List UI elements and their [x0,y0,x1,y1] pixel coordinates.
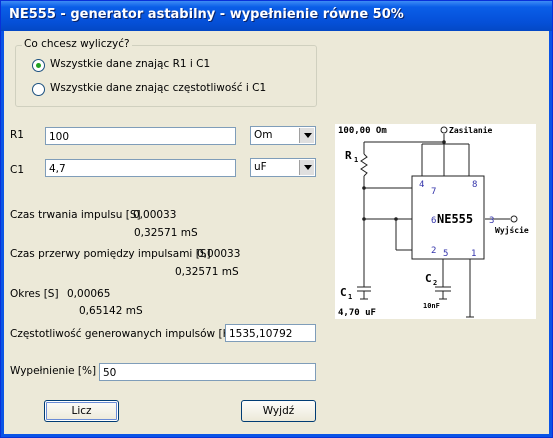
title-bar[interactable]: NE555 - generator astabilny - wypełnieni… [1,1,552,31]
exit-button[interactable]: Wyjdź [241,400,316,422]
pin-7-label: 7 [431,187,436,197]
window-title: NE555 - generator astabilny - wypełnieni… [9,7,404,22]
c1-subscript: 1 [348,293,352,301]
frequency-field[interactable]: 1535,10792 [225,324,316,342]
calculation-mode-group: Co chcesz wyliczyć? Wszystkie dane znają… [15,38,317,107]
ne555-circuit-diagram: 100,00 Om Zasilanie Wyjście NE555 4,70 u… [335,124,536,319]
period-label: Okres [S] [10,288,59,300]
c1-symbol: C [340,286,347,299]
supply-label: Zasilanie [449,125,493,135]
radio-selected-dot [36,63,41,68]
pin-2-label: 2 [431,246,436,256]
pin-1-label: 1 [471,249,476,259]
chevron-down-icon[interactable] [299,128,314,143]
pause-duration-label: Czas przerwy pomiędzy impulsami [S] [10,248,211,260]
pin-8-label: 8 [472,180,477,190]
pin-4-label: 4 [419,180,424,190]
c1-unit-select[interactable]: uF [250,158,316,177]
c2-symbol: C [425,272,432,285]
duty-cycle-field[interactable]: 50 [99,363,316,381]
duty-cycle-label: Wypełnienie [%] [10,365,97,377]
mode-r1-c1-label[interactable]: Wszystkie dane znając R1 i C1 [50,58,210,70]
supply-terminal [440,126,448,134]
pulse-duration-label: Czas trwania impulsu [S] [10,209,141,221]
chevron-down-icon[interactable] [299,160,314,175]
app-window: NE555 - generator astabilny - wypełnieni… [0,0,553,438]
mode-r1-c1-radio[interactable] [32,59,45,72]
r1-subscript: 1 [354,156,358,164]
r1-label: R1 [10,129,24,141]
mode-frequency-c1-label[interactable]: Wszystkie dane znając częstotliwość i C1 [50,82,266,94]
r1-input[interactable]: 100 [45,127,236,145]
calculation-mode-legend: Co chcesz wyliczyć? [22,38,132,50]
pulse-duration-value: 0,00033 [133,209,177,221]
r1-unit-value: Om [254,129,273,141]
period-ms: 0,65142 mS [79,305,143,317]
c1-label: C1 [10,164,25,176]
c2-value-label: 10nF [423,302,440,310]
calculate-button[interactable]: Licz [44,400,119,422]
frequency-label: Częstotliwość generowanych impulsów [Hz] [10,328,241,340]
chip-label: NE555 [437,212,473,226]
period-value: 0,00065 [67,288,111,300]
pause-duration-value: 0,00033 [197,248,241,260]
r1-unit-select[interactable]: Om [250,126,316,145]
pin-6-label: 6 [431,216,436,226]
pin-5-label: 5 [443,249,448,259]
resistance-value-label: 100,00 Om [338,126,387,136]
r1-symbol: R [345,149,352,162]
output-label: Wyjście [495,225,529,235]
dialog-body: Co chcesz wyliczyć? Wszystkie dane znają… [4,31,549,434]
c1-input[interactable]: 4,7 [45,159,236,177]
pin-3-label: 3 [489,216,494,226]
capacitance-value-label: 4,70 uF [338,308,376,318]
mode-frequency-c1-radio[interactable] [32,83,45,96]
c2-subscript: 2 [433,279,437,287]
pulse-duration-ms: 0,32571 mS [134,227,198,239]
output-terminal [510,215,518,223]
pause-duration-ms: 0,32571 mS [175,266,239,278]
c1-unit-value: uF [254,161,267,173]
